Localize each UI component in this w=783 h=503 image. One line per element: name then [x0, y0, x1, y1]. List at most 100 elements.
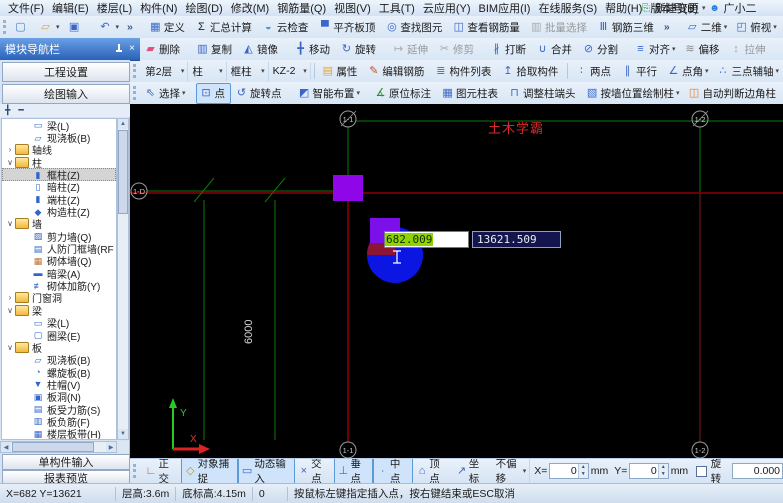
scroll-down-icon[interactable]: ▼	[118, 429, 128, 439]
menu-item[interactable]: 编辑(E)	[48, 0, 93, 16]
rotate-checkbox[interactable]	[696, 466, 706, 477]
assistant-button[interactable]: 广小二	[724, 0, 757, 16]
scrollbar-thumb[interactable]	[12, 442, 94, 452]
spinner-arrows-icon[interactable]: ▲▼	[658, 464, 668, 478]
set-grip-button[interactable]: ∴设置夹点	[778, 39, 783, 60]
point-tool-button[interactable]: ⊡点	[196, 83, 232, 104]
in-situ-annotation-button[interactable]: ∡原位标注	[370, 83, 437, 104]
scrollbar-thumb[interactable]	[118, 130, 128, 214]
floor-select[interactable]: 第2层▾	[141, 61, 188, 82]
save-button[interactable]: ▣	[64, 18, 89, 37]
menu-item[interactable]: 视图(V)	[330, 0, 375, 16]
summary-calc-button[interactable]: Σ汇总计算	[191, 17, 258, 38]
view-rebar-qty-button[interactable]: ◫查看钢筋量	[448, 17, 526, 38]
three-point-aux-axis-button[interactable]: ∴三点辅轴▾	[712, 61, 783, 82]
find-element-button[interactable]: ◎查找图元	[381, 17, 448, 38]
rotate-point-tool-button[interactable]: ↺旋转点	[231, 83, 288, 104]
view-2d-button[interactable]: ▱二维▾	[682, 17, 732, 38]
component-list-button[interactable]: ≣构件列表	[430, 61, 497, 82]
align-button[interactable]: ≡对齐▾	[630, 39, 680, 60]
element-column-table-button[interactable]: ▦图元柱表	[437, 83, 504, 104]
menu-item[interactable]: 文件(F)	[4, 0, 48, 16]
y-coord-input[interactable]: 0 ▲▼	[629, 463, 668, 479]
smart-layout-button[interactable]: ◩智能布置▾	[294, 83, 365, 104]
two-point-axis-button[interactable]: ∶两点	[571, 61, 617, 82]
menu-item[interactable]: 楼层(L)	[93, 0, 136, 16]
top-view-button[interactable]: ◰俯视▾	[731, 17, 781, 38]
dynamic-input-x-field[interactable]: 682.009	[384, 231, 469, 248]
rotate-angle-input[interactable]: 0.000	[732, 463, 783, 479]
close-icon[interactable]: ×	[129, 44, 135, 54]
menu-item[interactable]: 绘图(D)	[181, 0, 226, 16]
project-settings-button[interactable]: 工程设置	[2, 62, 130, 82]
component-select[interactable]: KZ-2▾	[269, 62, 311, 80]
scroll-up-icon[interactable]: ▲	[118, 119, 128, 129]
category-select[interactable]: 柱▾	[188, 61, 226, 82]
tree-item[interactable]: ›门窗洞	[2, 292, 116, 304]
open-file-button[interactable]: ▱▾	[35, 18, 64, 37]
pick-component-button[interactable]: ↥拾取构件	[497, 61, 564, 82]
ortho-toggle[interactable]: ∟正交	[142, 458, 181, 483]
expand-all-icon[interactable]: ╋	[5, 105, 10, 116]
move-button[interactable]: ╋移动	[290, 39, 336, 60]
cloud-check-button[interactable]: ◒云检查	[258, 17, 315, 38]
properties-button[interactable]: ▤属性	[317, 61, 363, 82]
draw-column-by-wall-button[interactable]: ▧按墙位置绘制柱▾	[582, 83, 684, 104]
single-component-input-button[interactable]: 单构件输入	[2, 454, 130, 470]
collapse-all-icon[interactable]: ━	[18, 105, 23, 116]
new-change-button[interactable]: 新建变更	[655, 0, 699, 16]
more-tools-button[interactable]: »	[123, 18, 139, 36]
pin-icon[interactable]	[115, 44, 123, 54]
spinner-arrows-icon[interactable]: ▲▼	[578, 464, 588, 478]
menu-item[interactable]: 在线服务(S)	[534, 0, 601, 16]
menu-item[interactable]: 构件(N)	[136, 0, 181, 16]
column-element[interactable]	[333, 175, 363, 201]
tree-item[interactable]: ›轴线	[2, 144, 116, 156]
trim-button[interactable]: ✂修剪	[434, 39, 480, 60]
stretch-button[interactable]: ↕拉伸	[726, 39, 772, 60]
offset-button[interactable]: ≋偏移	[680, 39, 726, 60]
offset-mode-select[interactable]: 不偏移▾	[492, 458, 531, 483]
vertex-snap-toggle[interactable]: ⌂顶点	[413, 458, 452, 483]
tree-vertical-scrollbar[interactable]: ▲ ▼	[117, 118, 129, 440]
perpendicular-snap-toggle[interactable]: ⊥垂点	[334, 458, 373, 483]
auto-corner-column-button[interactable]: ◫自动判断边角柱	[684, 83, 783, 104]
delete-button[interactable]: ▰删除	[140, 39, 186, 60]
draw-input-button[interactable]: 绘图输入	[2, 84, 130, 104]
midpoint-snap-toggle[interactable]: ∙中点	[373, 458, 412, 483]
intersection-snap-toggle[interactable]: ×交点	[295, 458, 334, 483]
dynamic-input-toggle[interactable]: ▭动态输入	[238, 458, 295, 483]
scroll-left-icon[interactable]: ◀	[1, 442, 11, 452]
scroll-right-icon[interactable]: ▶	[106, 442, 116, 452]
extend-button[interactable]: ↦延伸	[388, 39, 434, 60]
menu-item[interactable]: 修改(M)	[227, 0, 274, 16]
x-coord-input[interactable]: 0 ▲▼	[549, 463, 588, 479]
object-snap-toggle[interactable]: ◇对象捕捉	[181, 458, 238, 483]
parallel-axis-button[interactable]: ∥平行	[617, 61, 663, 82]
select-tool-button[interactable]: ⇖选择▾	[140, 83, 190, 104]
point-angle-axis-button[interactable]: ∠点角▾	[663, 61, 713, 82]
merge-button[interactable]: ∪合并	[532, 39, 578, 60]
copy-button[interactable]: ▥复制	[192, 39, 238, 60]
more-view-button[interactable]: »	[660, 18, 676, 36]
tree-item[interactable]: ▦楼层板带(H)	[2, 428, 116, 440]
define-button[interactable]: ▦定义	[145, 17, 191, 38]
menu-item[interactable]: 工具(T)	[375, 0, 419, 16]
edit-rebar-button[interactable]: ✎编辑钢筋	[363, 61, 430, 82]
align-slab-top-button[interactable]: ▀平齐板顶	[314, 17, 381, 38]
mirror-button[interactable]: ◭镜像	[238, 39, 284, 60]
subtype-select[interactable]: 框柱▾	[227, 61, 269, 82]
batch-select-button[interactable]: ▥批量选择	[526, 17, 593, 38]
dynamic-input-y-field[interactable]: 13621.509	[472, 231, 561, 248]
menu-item[interactable]: BIM应用(I)	[475, 0, 535, 16]
menu-item[interactable]: 云应用(Y)	[419, 0, 475, 16]
rebar-3d-button[interactable]: Ⅲ钢筋三维	[593, 17, 660, 38]
tree-item[interactable]: ▢圈梁(E)	[2, 329, 116, 341]
new-file-button[interactable]: ▢	[10, 18, 35, 37]
coordinate-toggle[interactable]: ↗坐标	[452, 458, 491, 483]
drawing-canvas[interactable]: Y X 1-1 1-2 1-D 1-1 1-2 6000 土木学霸 6	[130, 104, 783, 458]
split-button[interactable]: ⊘分割	[578, 39, 624, 60]
break-button[interactable]: ∦打断	[486, 39, 532, 60]
menu-item[interactable]: 钢筋量(Q)	[273, 0, 330, 16]
undo-button[interactable]: ↶▾	[95, 18, 124, 37]
